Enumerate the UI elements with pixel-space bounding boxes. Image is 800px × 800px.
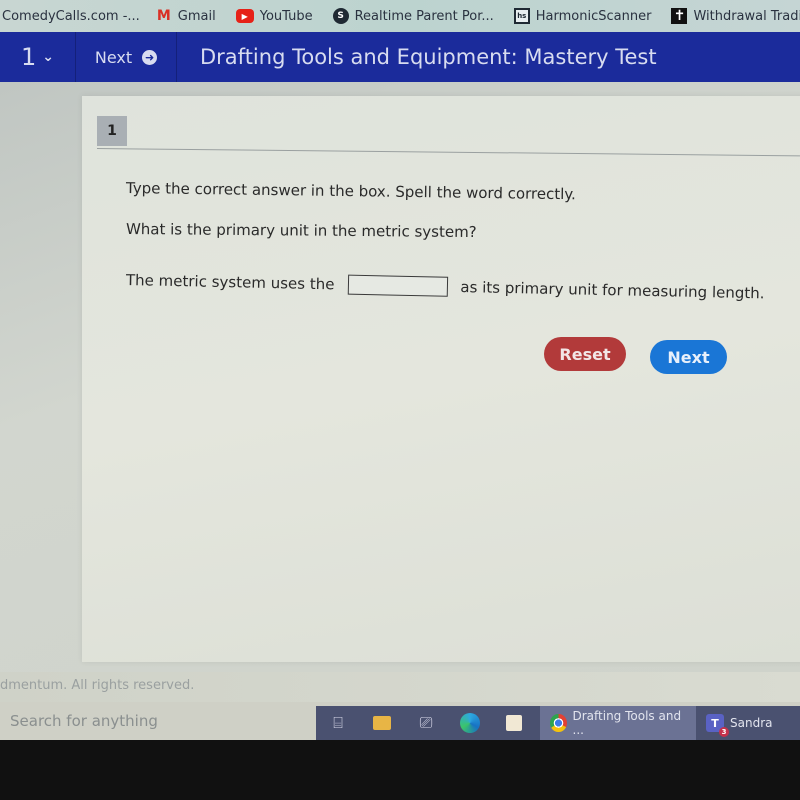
reset-button[interactable]: Reset — [544, 337, 626, 371]
taskbar: Search for anything ⌸ ⎚ Drafting Tools a… — [0, 702, 800, 740]
harmonic-scanner-icon: hs — [513, 8, 530, 24]
arrow-right-circle-icon: ➜ — [142, 49, 158, 65]
store-icon — [506, 715, 522, 731]
header-next-label: Next — [94, 47, 133, 67]
gmail-icon: M — [156, 8, 171, 24]
chrome-icon — [550, 714, 567, 732]
bookmark-realtime-parent[interactable]: S Realtime Parent Por... — [332, 8, 494, 24]
withdrawal-trading-icon: ✝ — [671, 8, 688, 24]
monitor-bezel — [0, 740, 800, 800]
edge-button[interactable] — [448, 706, 492, 740]
page-title: Drafting Tools and Equipment: Mastery Te… — [200, 45, 657, 69]
taskbar-teams-window[interactable]: T3 Sandra — [696, 714, 773, 737]
taskbar-chrome-window[interactable]: Drafting Tools and ... — [540, 706, 696, 740]
copyright-text: dmentum. All rights reserved. — [0, 678, 195, 693]
question-prompt: What is the primary unit in the metric s… — [125, 220, 477, 242]
next-button[interactable]: Next — [650, 340, 727, 374]
question-selector[interactable]: 1 ⌄ — [0, 32, 76, 82]
sentence-before: The metric system uses the — [125, 271, 335, 294]
task-view-icon[interactable]: ⌸ — [316, 706, 360, 740]
store-button[interactable] — [492, 706, 536, 740]
bookmark-label: YouTube — [259, 8, 313, 24]
bookmark-label: Realtime Parent Por... — [354, 8, 494, 24]
camera-icon: ⎚ — [419, 713, 433, 732]
bookmark-label: Gmail — [177, 8, 216, 24]
teams-icon: T3 — [706, 714, 729, 737]
bookmark-label: ComedyCalls.com -... — [2, 8, 140, 24]
test-header: 1 ⌄ Next ➜ Drafting Tools and Equipment:… — [0, 32, 800, 82]
taskbar-icons: ⌸ ⎚ Drafting Tools and ... T3 Sandra — [316, 706, 800, 740]
bookmark-withdrawal-trading[interactable]: ✝ Withdrawal Trading... — [671, 8, 800, 24]
bookmark-comedycalls[interactable]: ComedyCalls.com -... — [2, 9, 140, 24]
chevron-down-icon: ⌄ — [42, 49, 54, 65]
window-label: Sandra — [730, 716, 773, 730]
bookmarks-bar: ComedyCalls.com -... M Gmail ▶ YouTube S Re… — [0, 0, 800, 32]
taskbar-search[interactable]: Search for anything — [10, 712, 158, 730]
bookmark-label: HarmonicScanner — [535, 8, 652, 24]
folder-icon — [373, 716, 391, 730]
notification-badge: 3 — [719, 727, 729, 737]
file-explorer-button[interactable] — [360, 706, 404, 740]
header-next-button[interactable]: Next ➜ — [76, 32, 177, 82]
window-label: Drafting Tools and ... — [572, 709, 682, 737]
bookmark-harmonic-scanner[interactable]: hs HarmonicScanner — [513, 8, 652, 24]
bookmark-label: Withdrawal Trading... — [693, 8, 800, 24]
answer-input[interactable] — [348, 274, 449, 297]
question-selector-value: 1 — [20, 43, 37, 71]
question-number-badge: 1 — [97, 116, 127, 146]
bookmark-gmail[interactable]: M Gmail — [156, 8, 216, 24]
realtime-parent-icon: S — [332, 8, 349, 24]
bookmark-youtube[interactable]: ▶ YouTube — [235, 8, 313, 24]
youtube-icon: ▶ — [235, 9, 254, 23]
edge-icon — [460, 713, 480, 733]
camera-app-button[interactable]: ⎚ — [404, 706, 448, 740]
footer: dmentum. All rights reserved. — [0, 672, 800, 702]
